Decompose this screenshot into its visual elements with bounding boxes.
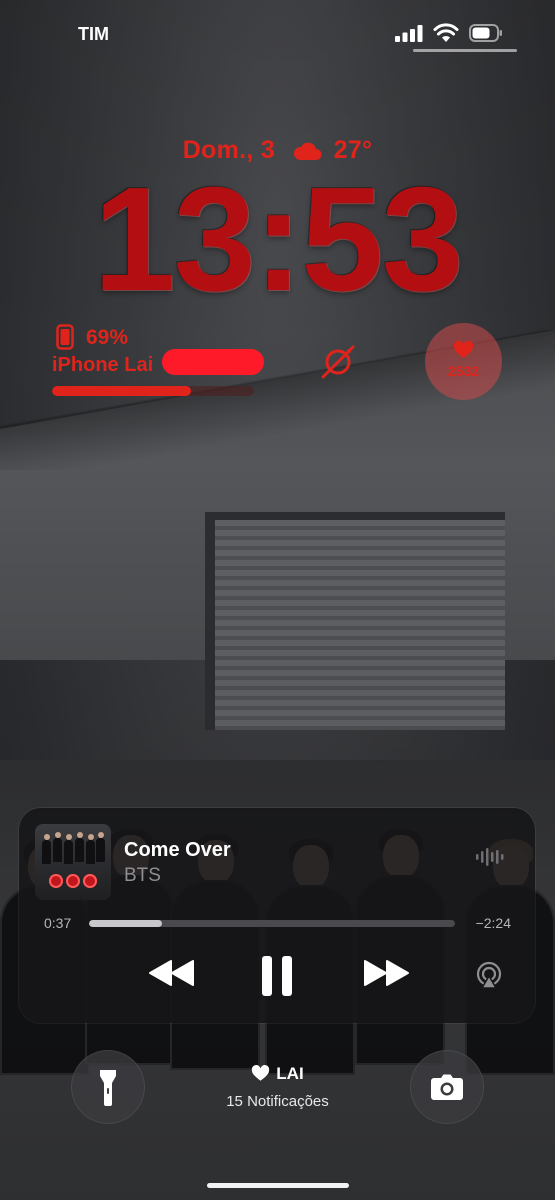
battery-level-bar <box>52 386 254 396</box>
album-art[interactable] <box>35 824 111 900</box>
waveform-icon <box>476 848 504 866</box>
control-center-hint[interactable] <box>413 49 517 52</box>
remaining-time: −2:24 <box>475 915 511 931</box>
lock-clock[interactable]: 13:53 <box>0 160 555 320</box>
track-artist: BTS <box>124 865 161 886</box>
camera-icon <box>431 1074 463 1100</box>
forward-icon[interactable] <box>361 958 411 988</box>
cellular-signal-icon <box>395 25 423 42</box>
lock-screen: TIM Dom., 3 27° 13:53 69% iPhone Lai 253… <box>0 0 555 1200</box>
heart-icon <box>252 1065 270 1081</box>
carrier-label: TIM <box>78 24 109 44</box>
redaction-scribble <box>162 349 264 375</box>
device-name: iPhone Lai <box>52 354 154 376</box>
fitness-widget[interactable]: 2532 <box>425 323 502 400</box>
playback-scrubber[interactable] <box>89 920 455 927</box>
airplay-icon[interactable] <box>474 961 504 991</box>
fitness-count: 2532 <box>447 363 480 379</box>
flashlight-icon <box>100 1070 116 1106</box>
battery-level-fill <box>52 386 192 396</box>
track-title: Come Over <box>124 839 231 861</box>
home-indicator[interactable] <box>207 1183 349 1188</box>
playback-progress-fill <box>89 920 163 927</box>
battery-percent: 69% <box>86 326 129 349</box>
battery-widget[interactable]: 69% iPhone Lai <box>52 324 264 400</box>
pause-icon[interactable] <box>259 954 295 998</box>
now-playing-card[interactable]: Come Over BTS 0:37 −2:24 <box>19 808 535 1023</box>
camera-button[interactable] <box>410 1050 484 1124</box>
iphone-icon <box>56 324 74 350</box>
rewind-icon[interactable] <box>147 958 197 988</box>
heart-icon <box>453 341 474 358</box>
wifi-icon <box>433 23 459 42</box>
flashlight-button[interactable] <box>71 1050 145 1124</box>
notification-owner-label: LAI <box>276 1064 304 1083</box>
astronomy-icon[interactable] <box>318 342 358 382</box>
elapsed-time: 0:37 <box>44 915 72 931</box>
battery-icon <box>469 24 502 42</box>
